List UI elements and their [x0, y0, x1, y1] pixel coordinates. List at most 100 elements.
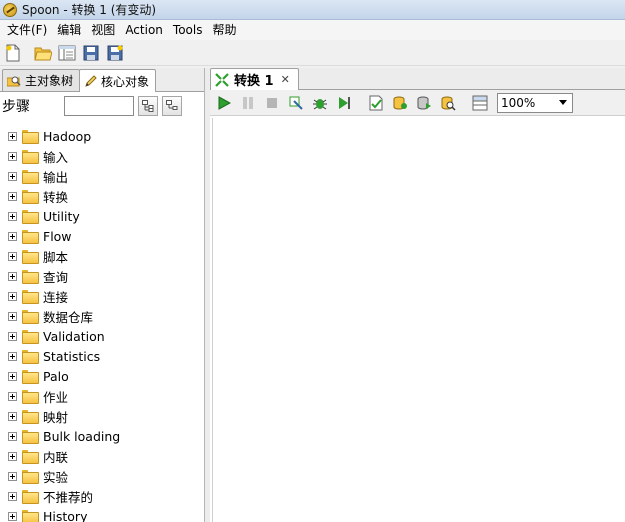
tree-item[interactable]: 映射	[0, 406, 204, 426]
tree-item[interactable]: Bulk loading	[0, 426, 204, 446]
expand-plus-icon[interactable]	[8, 331, 17, 341]
impact-button[interactable]	[389, 92, 411, 114]
expand-plus-icon[interactable]	[8, 191, 17, 201]
tree-item[interactable]: History	[0, 506, 204, 522]
menu-action[interactable]: Action	[120, 20, 168, 40]
close-tab-icon[interactable]: ✕	[281, 73, 290, 86]
folder-icon	[22, 330, 39, 344]
tree-item[interactable]: Hadoop	[0, 126, 204, 146]
expand-plus-icon[interactable]	[8, 151, 17, 161]
expand-plus-icon[interactable]	[8, 371, 17, 381]
verify-button[interactable]	[365, 92, 387, 114]
tree-item[interactable]: Utility	[0, 206, 204, 226]
menu-help[interactable]: 帮助	[207, 20, 241, 40]
zoom-select[interactable]: 100%	[497, 92, 573, 113]
expand-plus-icon[interactable]	[8, 431, 17, 441]
save-icon	[83, 45, 99, 60]
open-folder-icon	[34, 47, 52, 60]
sql-button[interactable]	[413, 92, 435, 114]
menu-file[interactable]: 文件(F)	[2, 20, 52, 40]
tree-item-label: 输入	[43, 149, 69, 165]
expand-plus-icon[interactable]	[8, 271, 17, 281]
collapse-all-button[interactable]	[162, 96, 182, 116]
transformation-canvas[interactable]	[212, 118, 625, 522]
main-toolbar	[0, 40, 625, 66]
pause-icon	[243, 96, 253, 109]
expand-plus-icon[interactable]	[8, 231, 17, 241]
folder-icon	[22, 270, 39, 284]
new-file-button[interactable]	[2, 42, 24, 64]
expand-plus-icon[interactable]	[8, 351, 17, 361]
explore-repository-button[interactable]	[56, 42, 78, 64]
sql-database-icon	[417, 96, 431, 110]
expand-plus-icon[interactable]	[8, 471, 17, 481]
expand-plus-icon[interactable]	[8, 251, 17, 261]
save-as-icon	[107, 45, 123, 60]
expand-plus-icon[interactable]	[8, 311, 17, 321]
tree-item[interactable]: 数据仓库	[0, 306, 204, 326]
folder-icon	[22, 350, 39, 364]
tree-item[interactable]: 实验	[0, 466, 204, 486]
folder-icon	[22, 410, 39, 424]
menu-tools[interactable]: Tools	[168, 20, 208, 40]
tree-item-label: 查询	[43, 269, 69, 285]
pause-button[interactable]	[237, 92, 259, 114]
tree-item-label: History	[43, 508, 88, 522]
tree-item[interactable]: 输出	[0, 166, 204, 186]
explore-database-icon	[441, 96, 456, 111]
tree-item[interactable]: 不推荐的	[0, 486, 204, 506]
expand-plus-icon[interactable]	[8, 171, 17, 181]
tree-item[interactable]: 连接	[0, 286, 204, 306]
steps-search-input[interactable]	[64, 96, 134, 116]
tree-item-label: 数据仓库	[43, 309, 94, 325]
run-button[interactable]	[213, 92, 235, 114]
impact-database-icon	[393, 96, 407, 110]
expand-plus-icon[interactable]	[8, 451, 17, 461]
menu-view[interactable]: 视图	[86, 20, 120, 40]
tree-item[interactable]: 查询	[0, 266, 204, 286]
tree-item-label: Utility	[43, 208, 80, 224]
replay-button[interactable]	[333, 92, 355, 114]
folder-icon	[22, 210, 39, 224]
tree-item[interactable]: 脚本	[0, 246, 204, 266]
tree-item[interactable]: Flow	[0, 226, 204, 246]
folder-icon	[22, 190, 39, 204]
tab-main-tree[interactable]: 主对象树	[2, 69, 81, 91]
stop-button[interactable]	[261, 92, 283, 114]
expand-plus-icon[interactable]	[8, 131, 17, 141]
tab-core-objects[interactable]: 核心对象	[79, 69, 157, 92]
tab-transformation-1[interactable]: 转换 1 ✕	[210, 68, 299, 90]
expand-plus-icon[interactable]	[8, 511, 17, 521]
expand-plus-icon[interactable]	[8, 491, 17, 501]
expand-plus-icon[interactable]	[8, 391, 17, 401]
expand-all-button[interactable]	[138, 96, 158, 116]
tree-item-label: Flow	[43, 228, 72, 244]
save-button[interactable]	[80, 42, 102, 64]
expand-tree-icon	[142, 100, 154, 112]
explore-db-button[interactable]	[437, 92, 459, 114]
open-file-button[interactable]	[32, 42, 54, 64]
folder-icon	[22, 310, 39, 324]
tree-item[interactable]: Validation	[0, 326, 204, 346]
expand-plus-icon[interactable]	[8, 411, 17, 421]
repository-explorer-icon	[58, 45, 76, 60]
magnifier-folder-icon	[7, 75, 21, 87]
folder-icon	[22, 490, 39, 504]
save-as-button[interactable]	[104, 42, 126, 64]
expand-plus-icon[interactable]	[8, 291, 17, 301]
show-results-button[interactable]	[469, 92, 491, 114]
tree-item-label: Validation	[43, 328, 105, 344]
tree-item[interactable]: 转换	[0, 186, 204, 206]
preview-icon	[289, 96, 303, 110]
tree-item[interactable]: 输入	[0, 146, 204, 166]
preview-button[interactable]	[285, 92, 307, 114]
debug-button[interactable]	[309, 92, 331, 114]
tree-item[interactable]: 内联	[0, 446, 204, 466]
expand-plus-icon[interactable]	[8, 211, 17, 221]
tree-item-label: 不推荐的	[43, 489, 94, 505]
tree-item[interactable]: Palo	[0, 366, 204, 386]
menu-edit[interactable]: 编辑	[52, 20, 86, 40]
chevron-down-icon	[559, 100, 567, 105]
tree-item[interactable]: Statistics	[0, 346, 204, 366]
tree-item[interactable]: 作业	[0, 386, 204, 406]
